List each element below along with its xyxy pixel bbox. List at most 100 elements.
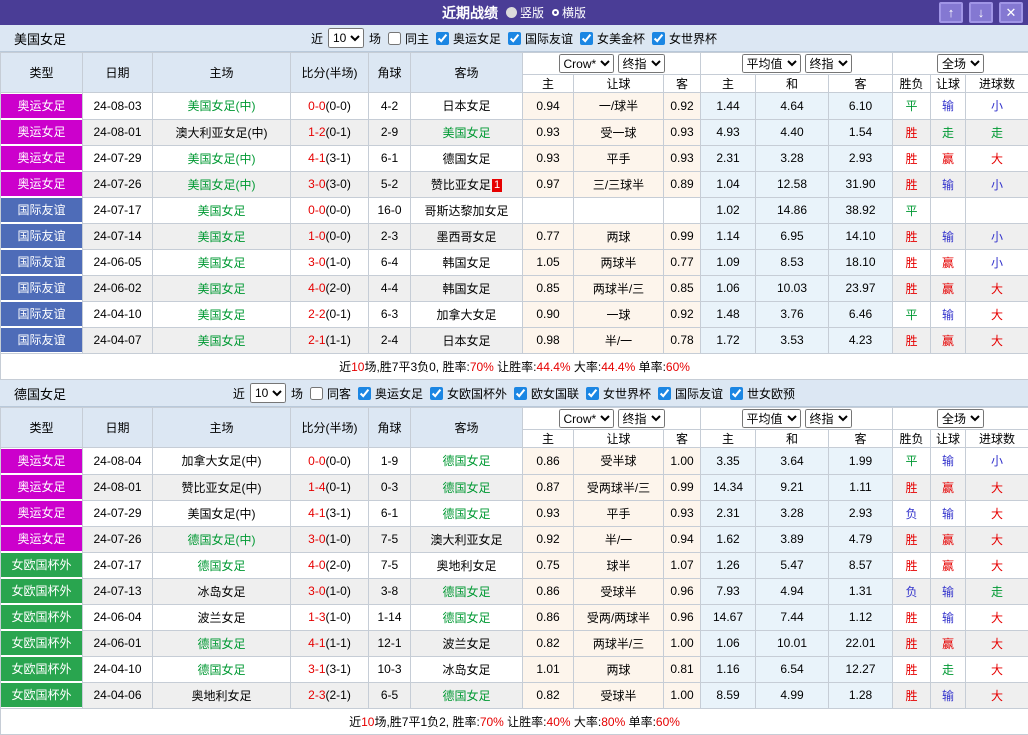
competition-checkbox-1[interactable] <box>430 387 443 400</box>
sub-column-header: 客 <box>829 430 893 448</box>
date-cell: 24-07-29 <box>83 145 153 171</box>
column-header: 日期 <box>83 53 153 93</box>
handicap-result-cell: 输 <box>931 500 966 526</box>
avg-draw-odds-cell: 4.99 <box>756 682 829 709</box>
competition-label-1: 女欧国杯外 <box>447 385 507 402</box>
avg-away-odds-cell: 8.57 <box>829 552 893 578</box>
match-type-label: 奥运女足 <box>1 94 82 118</box>
avg-home-odds-cell: 1.04 <box>701 171 756 197</box>
competition-checkbox-3[interactable] <box>586 387 599 400</box>
handicap-cell: 受两/两球半 <box>574 604 664 630</box>
score-cell: 1-4(0-1) <box>291 474 369 500</box>
sub-column-header: 进球数 <box>966 430 1028 448</box>
scope-select[interactable]: 全场 <box>937 409 984 428</box>
match-count-select[interactable]: 10 <box>328 28 364 48</box>
away-odds-cell: 0.92 <box>664 301 701 327</box>
title-group: 近期战绩 竖版 横版 <box>442 3 586 23</box>
away-odds-cell: 0.81 <box>664 656 701 682</box>
result-cell: 胜 <box>893 171 931 197</box>
date-cell: 24-07-17 <box>83 552 153 578</box>
avg-draw-odds-cell: 12.58 <box>756 171 829 197</box>
summary-segment: 单率: <box>625 715 656 729</box>
summary-segment: 大率: <box>571 715 602 729</box>
final-odds-select-2[interactable]: 终指 <box>805 409 852 428</box>
competition-label-1: 国际友谊 <box>525 30 573 47</box>
date-cell: 24-08-04 <box>83 448 153 475</box>
competition-checkbox-0[interactable] <box>358 387 371 400</box>
home-odds-cell: 0.87 <box>523 474 574 500</box>
match-type-label: 女欧国杯外 <box>1 631 82 655</box>
away-team-name: 墨西哥女足 <box>436 230 496 244</box>
match-type-label: 女欧国杯外 <box>1 683 82 707</box>
avg-draw-odds-cell: 3.53 <box>756 327 829 354</box>
average-odds-select[interactable]: 平均值 <box>742 409 801 428</box>
scroll-down-button[interactable]: ↓ <box>969 2 993 23</box>
final-odds-select-2[interactable]: 终指 <box>805 54 852 73</box>
average-odds-select[interactable]: 平均值 <box>742 54 801 73</box>
away-team-cell: 波兰女足 <box>411 630 523 656</box>
result-cell: 胜 <box>893 275 931 301</box>
sub-column-header: 主 <box>701 75 756 93</box>
same-venue-checkbox[interactable] <box>310 387 323 400</box>
avg-home-odds-cell: 1.72 <box>701 327 756 354</box>
score-cell: 0-0(0-0) <box>291 197 369 223</box>
summary-segment: 场,胜7平1负2, 胜率: <box>374 715 479 729</box>
avg-home-odds-cell: 1.09 <box>701 249 756 275</box>
result-cell: 胜 <box>893 526 931 552</box>
handicap-result-cell: 输 <box>931 93 966 120</box>
home-team-cell: 德国女足 <box>153 552 291 578</box>
competition-checkbox-5[interactable] <box>730 387 743 400</box>
halftime-score: (1-0) <box>326 255 351 269</box>
halftime-score: (0-0) <box>326 203 351 217</box>
score-cell: 1-2(0-1) <box>291 119 369 145</box>
away-team-cell: 加拿大女足 <box>411 301 523 327</box>
column-header: 日期 <box>83 408 153 448</box>
date-cell: 24-07-13 <box>83 578 153 604</box>
competition-checkbox-4[interactable] <box>658 387 671 400</box>
handicap-cell: 受球半 <box>574 682 664 709</box>
competition-checkbox-1[interactable] <box>508 32 521 45</box>
avg-away-odds-cell: 18.10 <box>829 249 893 275</box>
competition-checkbox-0[interactable] <box>436 32 449 45</box>
away-team-cell: 澳大利亚女足 <box>411 526 523 552</box>
summary-segment: 44.4% <box>537 360 571 374</box>
match-type-cell: 国际友谊 <box>1 197 83 223</box>
away-odds-cell: 1.00 <box>664 630 701 656</box>
goals-result-cell: 大 <box>966 682 1028 709</box>
away-team-cell: 哥斯达黎加女足 <box>411 197 523 223</box>
odds-source-select[interactable]: Crow* <box>559 54 614 73</box>
date-cell: 24-08-01 <box>83 474 153 500</box>
close-button[interactable]: ✕ <box>999 2 1023 23</box>
final-odds-select[interactable]: 终指 <box>618 54 665 73</box>
odds-source-select[interactable]: Crow* <box>559 409 614 428</box>
table-row: 奥运女足24-07-29美国女足(中)4-1(3-1)6-1德国女足0.93平手… <box>1 500 1028 526</box>
avg-away-odds-cell: 1.12 <box>829 604 893 630</box>
away-team-cell: 德国女足 <box>411 145 523 171</box>
match-count-select[interactable]: 10 <box>250 383 286 403</box>
handicap-result-cell: 赢 <box>931 630 966 656</box>
away-odds-cell: 0.89 <box>664 171 701 197</box>
same-venue-checkbox[interactable] <box>388 32 401 45</box>
competition-checkbox-3[interactable] <box>652 32 665 45</box>
sub-column-header: 和 <box>756 430 829 448</box>
radio-horizontal[interactable]: 横版 <box>552 4 586 21</box>
final-odds-select[interactable]: 终指 <box>618 409 665 428</box>
home-team-cell: 美国女足 <box>153 249 291 275</box>
away-odds-cell: 1.07 <box>664 552 701 578</box>
scroll-up-button[interactable]: ↑ <box>939 2 963 23</box>
handicap-result-cell: 赢 <box>931 474 966 500</box>
radio-horizontal-label: 横版 <box>562 4 586 21</box>
avg-draw-odds-cell: 3.64 <box>756 448 829 475</box>
radio-vertical[interactable]: 竖版 <box>506 4 544 21</box>
result-cell: 胜 <box>893 327 931 354</box>
scope-select[interactable]: 全场 <box>937 54 984 73</box>
avg-draw-odds-cell: 6.54 <box>756 656 829 682</box>
competition-checkbox-2[interactable] <box>580 32 593 45</box>
result-cell: 平 <box>893 448 931 475</box>
avg-draw-odds-cell: 3.28 <box>756 500 829 526</box>
score-cell: 2-2(0-1) <box>291 301 369 327</box>
competition-label-3: 女世界杯 <box>603 385 651 402</box>
date-cell: 24-04-10 <box>83 656 153 682</box>
table-row: 女欧国杯外24-06-01德国女足4-1(1-1)12-1波兰女足0.82两球半… <box>1 630 1028 656</box>
competition-checkbox-2[interactable] <box>514 387 527 400</box>
